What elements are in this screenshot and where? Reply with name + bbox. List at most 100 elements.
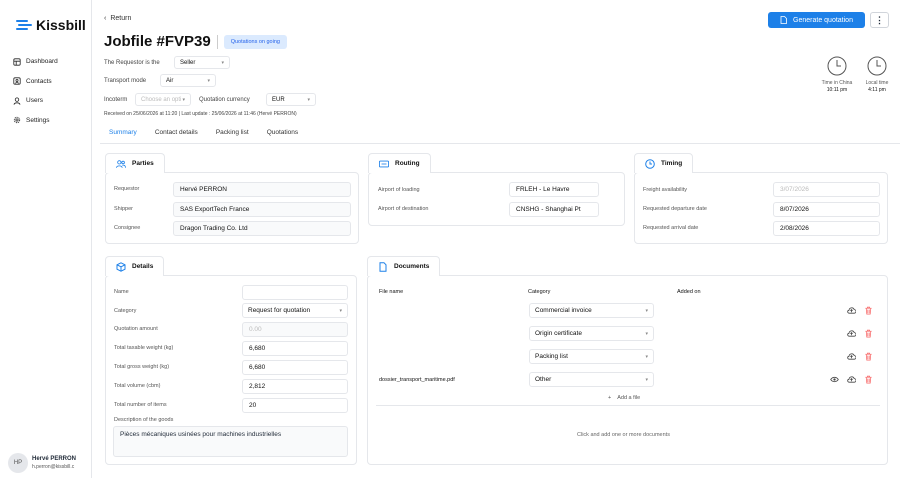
user-email: h.perron@kissbill.c: [32, 464, 75, 470]
items-count-field[interactable]: 20: [242, 398, 348, 413]
drop-zone[interactable]: Click and add one or more documents: [577, 432, 670, 438]
timing-title: Timing: [661, 160, 683, 167]
destination-airport-field[interactable]: CNSHG - Shanghai Pt: [509, 202, 599, 217]
document-category-select[interactable]: Origin certificate ▾: [529, 326, 654, 341]
transport-label: Transport mode: [104, 77, 147, 84]
sidebar-item-contacts[interactable]: Contacts: [0, 72, 91, 92]
parties-title: Parties: [132, 160, 154, 167]
trash-icon[interactable]: [864, 329, 873, 338]
clock-label: Local time: [865, 80, 889, 86]
document-category-select[interactable]: Packing list ▾: [529, 349, 654, 364]
requestor-field[interactable]: Hervé PERRON: [173, 182, 351, 197]
category-select[interactable]: Request for quotation ▾: [242, 303, 348, 318]
category-label: Category: [114, 308, 137, 314]
more-options-button[interactable]: ⋮: [870, 12, 889, 28]
upload-icon[interactable]: [847, 352, 856, 361]
details-title: Details: [132, 263, 154, 270]
loading-airport-field[interactable]: FRLEH - Le Havre: [509, 182, 599, 197]
tab-bar: Summary Contact details Packing list Quo…: [100, 127, 307, 144]
sidebar-item-dashboard[interactable]: Dashboard: [0, 52, 91, 72]
sidebar-item-label: Users: [26, 97, 43, 105]
chevron-down-icon: ▾: [207, 77, 210, 84]
clock-label: Time in China: [821, 80, 853, 86]
description-label: Description of the goods: [114, 417, 174, 423]
clock-icon: [827, 56, 847, 76]
chevron-down-icon: ▾: [182, 96, 185, 103]
freight-availability-label: Freight availability: [643, 187, 688, 193]
gear-icon: [13, 117, 21, 124]
arrival-date-field[interactable]: 2/08/2026: [773, 221, 880, 236]
consignee-field[interactable]: Dragon Trading Co. Ltd: [173, 221, 351, 236]
parties-header: Parties: [105, 153, 165, 173]
plus-icon: +: [608, 395, 612, 401]
col-added-on: Added on: [677, 289, 701, 295]
trash-icon[interactable]: [864, 375, 873, 384]
upload-icon[interactable]: [847, 329, 856, 338]
quotation-amount-label: Quotation amount: [114, 326, 158, 332]
arrival-date-label: Requested arrival date: [643, 225, 699, 231]
user-name: Hervé PERRON: [32, 456, 77, 462]
freight-availability-field[interactable]: 3/07/2026: [773, 182, 880, 197]
shipper-label: Shipper: [114, 206, 133, 212]
incoterm-select[interactable]: Choose an opti ▾: [135, 93, 191, 106]
logo[interactable]: Kissbill: [0, 0, 91, 36]
shipper-field[interactable]: SAS ExportTech France: [173, 202, 351, 217]
eye-icon[interactable]: [830, 375, 839, 384]
user-icon: [13, 97, 21, 105]
generate-quotation-button[interactable]: Generate quotation: [768, 12, 865, 28]
consignee-label: Consignee: [114, 225, 141, 231]
taxable-weight-field[interactable]: 6,680: [242, 341, 348, 356]
avatar: HP: [8, 453, 28, 473]
document-file-name[interactable]: dossier_transport_maritime.pdf: [379, 377, 455, 383]
main-content: ‹ Return Jobfile #FVP39 Quotations on go…: [92, 0, 900, 478]
transport-value: Air: [166, 77, 174, 84]
document-category-select[interactable]: Commercial invoice ▾: [529, 303, 654, 318]
total-volume-label: Total volume (cbm): [114, 383, 161, 389]
add-file-button[interactable]: + Add a file: [608, 395, 640, 401]
route-icon: [379, 160, 389, 167]
return-link[interactable]: ‹ Return: [104, 15, 131, 22]
chevron-down-icon: ▾: [307, 96, 310, 103]
sidebar-item-users[interactable]: Users: [0, 91, 91, 111]
quotation-amount-field[interactable]: 0.00: [242, 322, 348, 337]
sidebar-item-settings[interactable]: Settings: [0, 111, 91, 131]
tab-contact-details[interactable]: Contact details: [146, 127, 207, 144]
currency-select[interactable]: EUR ▾: [266, 93, 316, 106]
tab-quotations[interactable]: Quotations: [258, 127, 307, 144]
name-field[interactable]: [242, 285, 348, 300]
document-category-select[interactable]: Other ▾: [529, 372, 654, 387]
chevron-down-icon: ▾: [645, 353, 648, 360]
trash-icon[interactable]: [864, 352, 873, 361]
status-badge: Quotations on going: [223, 34, 287, 49]
requestor-row: The Requestor is the Seller ▾: [104, 56, 230, 69]
requestor-select[interactable]: Seller ▾: [174, 56, 230, 69]
tab-summary[interactable]: Summary: [100, 127, 146, 144]
transport-select[interactable]: Air ▾: [160, 74, 216, 87]
upload-icon[interactable]: [847, 306, 856, 315]
description-field[interactable]: Pièces mécaniques usinées pour machines …: [113, 426, 348, 457]
generate-label: Generate quotation: [793, 16, 853, 24]
col-file-name: File name: [379, 289, 404, 295]
clock-icon: [645, 158, 655, 169]
china-time-clock: Time in China 10:11 pm: [815, 56, 859, 93]
gross-weight-field[interactable]: 6,680: [242, 360, 348, 375]
chevron-left-icon: ‹: [104, 15, 107, 22]
sidebar-item-label: Dashboard: [26, 58, 58, 66]
documents-header: Documents: [367, 256, 441, 276]
sidebar-item-label: Settings: [26, 116, 50, 124]
upload-icon[interactable]: [847, 375, 856, 384]
category-value: Request for quotation: [248, 307, 311, 314]
local-time-clock: Local time 4:11 pm: [860, 56, 894, 93]
destination-airport-label: Airport of destination: [378, 206, 429, 212]
departure-date-field[interactable]: 8/07/2026: [773, 202, 880, 217]
total-volume-field[interactable]: 2,812: [242, 379, 348, 394]
brand-name: Kissbill: [36, 17, 86, 33]
col-category: Category: [528, 289, 551, 295]
document-icon: [379, 261, 387, 272]
tab-packing-list[interactable]: Packing list: [207, 127, 258, 144]
trash-icon[interactable]: [864, 306, 873, 315]
user-profile[interactable]: HP Hervé PERRON h.perron@kissbill.c: [8, 453, 76, 473]
users-icon: [116, 159, 126, 168]
document-category-value: Commercial invoice: [535, 307, 592, 314]
gross-weight-label: Total gross weight (kg): [114, 364, 170, 370]
